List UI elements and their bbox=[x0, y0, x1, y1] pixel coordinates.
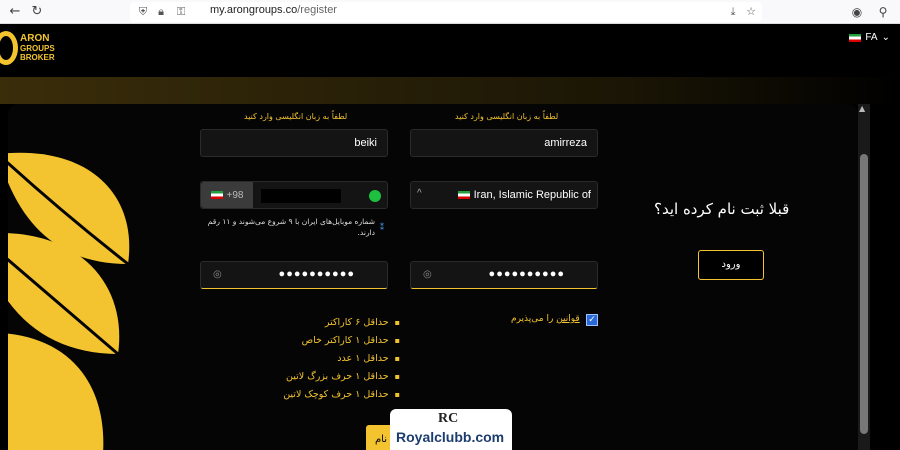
address-bar[interactable]: ⛨ 🔒︎ ⚿ my.arongroups.co/register ⤓ ☆ bbox=[130, 2, 762, 22]
key-icon[interactable]: ⚿ bbox=[172, 3, 190, 21]
scroll-thumb[interactable] bbox=[860, 154, 868, 434]
phone-input[interactable]: +98 bbox=[200, 181, 388, 209]
phone-note: شماره موبایل‌های ایران با ۹ شروع می‌شوند… bbox=[207, 217, 375, 237]
reload-icon[interactable]: ↻ bbox=[28, 3, 46, 21]
first-name-value: amirreza bbox=[544, 137, 587, 149]
eye-off-icon[interactable]: ◎ bbox=[423, 269, 432, 280]
scroll-up-icon[interactable]: ▲ bbox=[859, 104, 865, 113]
url-host: my.arongroups.co bbox=[210, 4, 298, 16]
last-name-hint: لطفاً به زبان انگلیسی وارد کنید bbox=[244, 112, 348, 121]
browser-toolbar: ← ↻ ⛨ 🔒︎ ⚿ my.arongroups.co/register ⤓ ☆… bbox=[0, 0, 900, 24]
terms-checkbox[interactable]: ✓ bbox=[586, 314, 598, 326]
extensions-icon[interactable]: ⚲ bbox=[874, 3, 892, 21]
phone-prefix-code: +98 bbox=[226, 189, 244, 201]
download-icon[interactable]: ⤓ bbox=[724, 3, 742, 21]
password-rules: حداقل ۶ کاراکتر حداقل ۱ کاراکتر خاص حداق… bbox=[258, 314, 400, 404]
logo-line1: ARON bbox=[20, 33, 50, 44]
logo[interactable]: ARON GROUPS BROKER bbox=[20, 33, 55, 62]
rule-item: حداقل ۱ حرف کوچک لاتین bbox=[258, 386, 400, 404]
header-gradient-strip bbox=[0, 77, 900, 104]
last-name-input[interactable]: beiki bbox=[200, 129, 388, 157]
country-selected: Iran, Islamic Republic of bbox=[457, 189, 591, 201]
shield-icon[interactable]: ⛨ bbox=[134, 3, 152, 21]
country-select[interactable]: ^ Iran, Islamic Republic of bbox=[410, 181, 598, 209]
password-dots: ●●●●●●●●●● bbox=[488, 268, 565, 280]
logo-line3: BROKER bbox=[20, 53, 55, 62]
info-icon: ⁑ bbox=[380, 223, 384, 232]
phone-redacted bbox=[261, 189, 341, 203]
first-name-hint: لطفاً به زبان انگلیسی وارد کنید bbox=[455, 112, 559, 121]
site-header: ARON GROUPS BROKER FA ⌄ bbox=[0, 25, 900, 77]
login-button[interactable]: ورود bbox=[698, 250, 764, 280]
country-value: Iran, Islamic Republic of bbox=[473, 189, 591, 201]
page-scrollbar[interactable]: ▲ bbox=[858, 104, 870, 450]
back-icon[interactable]: ← bbox=[6, 3, 24, 21]
valid-status-icon bbox=[369, 190, 381, 202]
chevron-down-icon: ⌄ bbox=[881, 32, 890, 43]
rule-item: حداقل ۱ کاراکتر خاص bbox=[258, 332, 400, 350]
watermark-mark: RC bbox=[438, 411, 459, 426]
phone-prefix[interactable]: +98 bbox=[201, 182, 253, 208]
already-registered-text: قبلا ثبت نام کرده اید؟ bbox=[654, 200, 790, 218]
last-name-value: beiki bbox=[354, 137, 377, 149]
watermark-site: Royalclubb.com bbox=[396, 429, 505, 445]
first-name-input[interactable]: amirreza bbox=[410, 129, 598, 157]
chevron-up-icon: ^ bbox=[417, 188, 422, 199]
lock-icon[interactable]: 🔒︎ bbox=[152, 3, 170, 21]
leaf-decoration-icon bbox=[8, 152, 130, 450]
password-input[interactable]: ◎ ●●●●●●●●●● bbox=[410, 261, 598, 289]
eye-off-icon[interactable]: ◎ bbox=[213, 269, 222, 280]
watermark: RC Royalclubb.com bbox=[390, 409, 512, 450]
rule-item: حداقل ۱ عدد bbox=[258, 350, 400, 368]
star-icon[interactable]: ☆ bbox=[742, 3, 760, 21]
iran-flag-icon bbox=[210, 191, 223, 199]
logo-mark-icon[interactable] bbox=[0, 31, 18, 65]
register-panel: لطفاً به زبان انگلیسی وارد کنید لطفاً به… bbox=[8, 104, 858, 450]
iran-flag-icon bbox=[849, 33, 862, 42]
terms-link[interactable]: قوانین bbox=[556, 314, 580, 324]
rule-item: حداقل ۱ حرف بزرگ لاتین bbox=[258, 368, 400, 386]
terms-text: را می‌پذیرم bbox=[511, 314, 554, 324]
language-selector[interactable]: FA ⌄ bbox=[849, 32, 890, 43]
rule-item: حداقل ۶ کاراکتر bbox=[258, 314, 400, 332]
terms-label: قوانین را می‌پذیرم bbox=[511, 314, 580, 324]
confirm-password-input[interactable]: ◎ ●●●●●●●●●● bbox=[200, 261, 388, 289]
logo-line2: GROUPS bbox=[20, 44, 55, 53]
iran-flag-icon bbox=[457, 191, 470, 199]
url-path: /register bbox=[297, 4, 337, 16]
url-text[interactable]: my.arongroups.co/register bbox=[210, 4, 337, 16]
account-icon[interactable]: ◉ bbox=[848, 3, 866, 21]
confirm-password-dots: ●●●●●●●●●● bbox=[278, 268, 355, 280]
language-label: FA bbox=[865, 32, 878, 43]
